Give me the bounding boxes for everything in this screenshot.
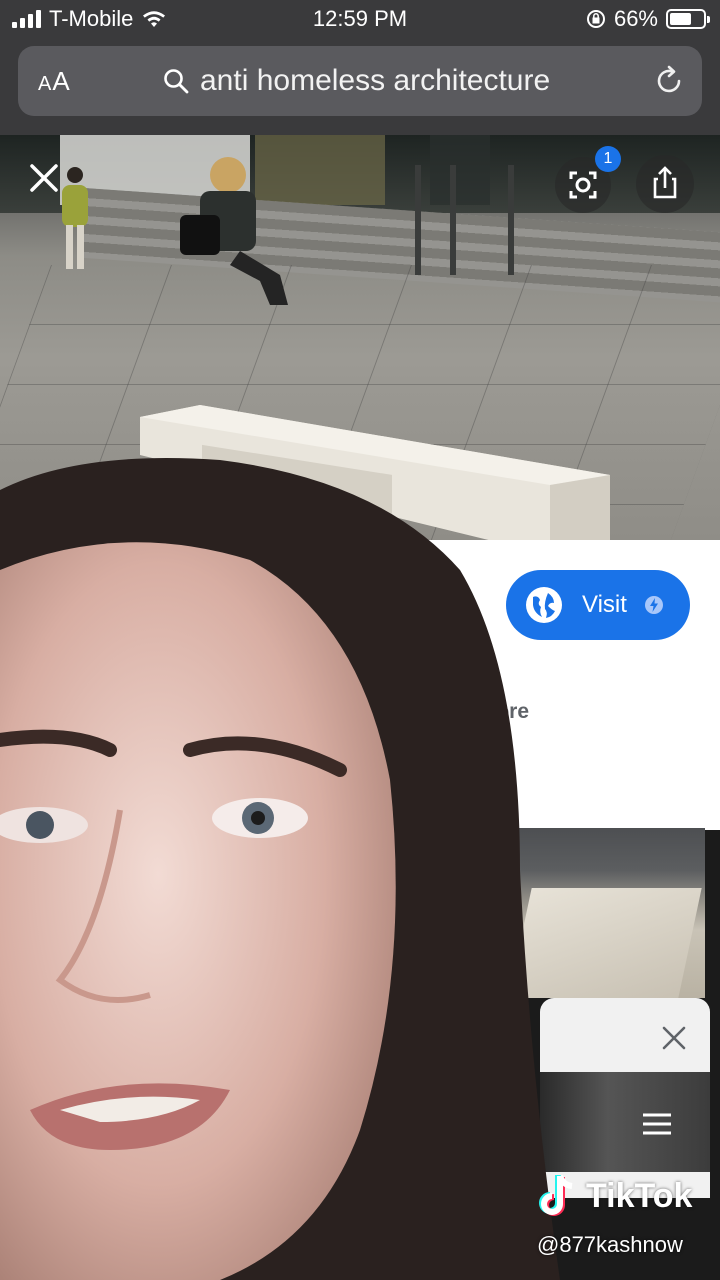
lens-badge: 1: [595, 146, 621, 172]
tiktok-logo-icon: [539, 1174, 573, 1216]
tiktok-brand: TikTok: [586, 1176, 693, 1215]
orientation-lock-icon: [586, 10, 605, 28]
share-button[interactable]: [636, 155, 694, 213]
address-bar[interactable]: AA anti homeless architecture: [18, 46, 702, 116]
battery-icon: [666, 9, 710, 29]
status-right: 66%: [586, 6, 710, 32]
battery-percent: 66%: [613, 6, 658, 31]
visit-label: Visit: [582, 591, 627, 618]
tiktok-watermark: TikTok: [536, 1172, 692, 1220]
share-icon: [653, 166, 677, 199]
text-size-button[interactable]: AA: [38, 66, 71, 97]
bolt-icon: [645, 596, 663, 614]
close-icon[interactable]: [660, 1024, 688, 1052]
browser-toolbar: AA anti homeless architecture: [0, 40, 720, 135]
search-query: anti homeless architecture: [200, 64, 551, 97]
battery-fill: [670, 13, 692, 25]
creator-video-overlay: [0, 458, 560, 1280]
bottom-sheet-preview: [540, 1072, 710, 1172]
status-bar: T-Mobile 12:59 PM 66%: [0, 0, 720, 40]
close-icon[interactable]: [26, 160, 62, 196]
seated-person: [180, 157, 288, 305]
reload-icon[interactable]: [652, 64, 686, 98]
menu-icon[interactable]: [640, 1110, 674, 1138]
creator-username: @877kashnow: [537, 1232, 683, 1257]
search-icon: [164, 69, 189, 94]
